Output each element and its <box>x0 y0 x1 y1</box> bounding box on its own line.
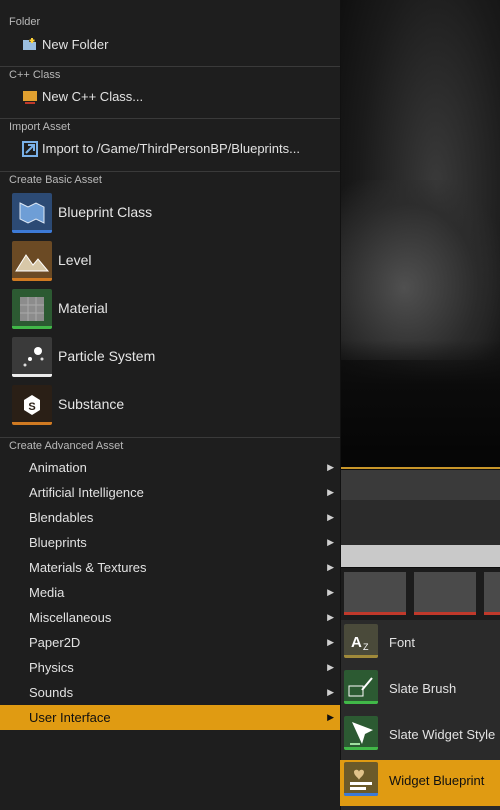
section-import: Import Asset <box>0 118 340 134</box>
advanced-blendables-label: Blendables <box>29 510 94 525</box>
advanced-materials-label: Materials & Textures <box>29 560 147 575</box>
submenu-widget-blueprint[interactable]: Widget Blueprint <box>340 760 500 806</box>
advanced-user-interface[interactable]: User Interface ▶ <box>0 705 340 730</box>
submenu-slate-brush-label: Slate Brush <box>389 681 457 696</box>
widget-blueprint-icon <box>344 762 378 796</box>
section-basic: Create Basic Asset <box>0 171 340 187</box>
substance-icon: S <box>12 385 52 425</box>
asset-thumbnail[interactable] <box>484 572 500 615</box>
advanced-paper2d-label: Paper2D <box>29 635 81 650</box>
new-folder-label: New Folder <box>42 37 109 52</box>
advanced-blendables[interactable]: Blendables ▶ <box>0 505 340 530</box>
asset-thumbnail[interactable] <box>344 572 406 615</box>
svg-text:A: A <box>351 634 362 651</box>
folder-add-icon <box>22 37 38 53</box>
substance-label: Substance <box>58 396 125 412</box>
tree-silhouettes <box>340 340 500 468</box>
section-advanced: Create Advanced Asset <box>0 437 340 453</box>
advanced-blueprints[interactable]: Blueprints ▶ <box>0 530 340 555</box>
svg-text:Z: Z <box>363 642 369 652</box>
advanced-paper2d[interactable]: Paper2D ▶ <box>0 630 340 655</box>
slate-widget-style-icon <box>344 716 378 750</box>
advanced-materials-textures[interactable]: Materials & Textures ▶ <box>0 555 340 580</box>
particle-system-item[interactable]: Particle System <box>12 337 338 381</box>
level-label: Level <box>58 252 92 268</box>
import-asset-label: Import to /Game/ThirdPersonBP/Blueprints… <box>42 141 300 156</box>
substance-item[interactable]: S Substance <box>12 385 338 429</box>
toolbar-strip <box>340 500 500 545</box>
font-icon: AZ <box>344 624 378 658</box>
blueprint-class-item[interactable]: Blueprint Class <box>12 193 338 237</box>
path-bar <box>340 545 500 567</box>
section-folder: Folder <box>9 16 41 28</box>
chevron-right-icon: ▶ <box>327 587 334 597</box>
blueprint-class-label: Blueprint Class <box>58 204 153 220</box>
advanced-media-label: Media <box>29 585 65 600</box>
material-item[interactable]: Material <box>12 289 338 333</box>
blueprint-icon <box>12 193 52 233</box>
level-item[interactable]: Level <box>12 241 338 285</box>
advanced-blueprints-label: Blueprints <box>29 535 87 550</box>
level-icon <box>12 241 52 281</box>
material-label: Material <box>58 300 108 316</box>
submenu-slate-widget-style[interactable]: Slate Widget Style <box>340 714 500 758</box>
advanced-ai[interactable]: Artificial Intelligence ▶ <box>0 480 340 505</box>
cpp-class-icon <box>22 89 38 105</box>
advanced-animation[interactable]: Animation ▶ <box>0 455 340 480</box>
chevron-right-icon: ▶ <box>327 662 334 672</box>
new-cpp-class-item[interactable]: New C++ Class... <box>0 85 340 109</box>
import-icon <box>22 141 38 157</box>
advanced-physics-label: Physics <box>29 660 74 675</box>
submenu-font[interactable]: AZ Font <box>340 622 500 666</box>
context-menu: Folder New Folder C++ Class New C++ Clas… <box>0 0 341 810</box>
advanced-sounds[interactable]: Sounds ▶ <box>0 680 340 705</box>
chevron-right-icon: ▶ <box>327 487 334 497</box>
new-folder-item[interactable]: New Folder <box>0 33 340 57</box>
section-cpp: C++ Class <box>0 66 340 82</box>
chevron-right-icon: ▶ <box>327 637 334 647</box>
chevron-right-icon: ▶ <box>327 462 334 472</box>
chevron-right-icon: ▶ <box>327 512 334 522</box>
advanced-physics[interactable]: Physics ▶ <box>0 655 340 680</box>
material-icon <box>12 289 52 329</box>
advanced-ui-label: User Interface <box>29 710 111 725</box>
advanced-sounds-label: Sounds <box>29 685 74 700</box>
new-cpp-class-label: New C++ Class... <box>42 89 144 104</box>
advanced-misc-label: Miscellaneous <box>29 610 112 625</box>
chevron-right-icon: ▶ <box>327 612 334 622</box>
submenu-widget-blueprint-label: Widget Blueprint <box>389 773 485 788</box>
advanced-ai-label: Artificial Intelligence <box>29 485 144 500</box>
chevron-right-icon: ▶ <box>327 687 334 697</box>
advanced-media[interactable]: Media ▶ <box>0 580 340 605</box>
chevron-right-icon: ▶ <box>327 537 334 547</box>
asset-thumbnails <box>340 568 500 620</box>
advanced-animation-label: Animation <box>29 460 87 475</box>
particle-system-label: Particle System <box>58 348 156 364</box>
chevron-right-icon: ▶ <box>327 562 334 572</box>
slate-brush-icon <box>344 670 378 704</box>
submenu-slate-brush[interactable]: Slate Brush <box>340 668 500 712</box>
asset-thumbnail[interactable] <box>414 572 476 615</box>
particle-icon <box>12 337 52 377</box>
chevron-right-icon: ▶ <box>327 712 334 722</box>
import-asset-item[interactable]: Import to /Game/ThirdPersonBP/Blueprints… <box>0 137 340 161</box>
advanced-miscellaneous[interactable]: Miscellaneous ▶ <box>0 605 340 630</box>
divider <box>340 467 500 469</box>
toolbar-strip <box>340 470 500 500</box>
clouds <box>340 180 500 360</box>
submenu-font-label: Font <box>389 635 416 650</box>
svg-text:S: S <box>28 401 35 413</box>
submenu-slate-widget-style-label: Slate Widget Style <box>389 727 496 742</box>
